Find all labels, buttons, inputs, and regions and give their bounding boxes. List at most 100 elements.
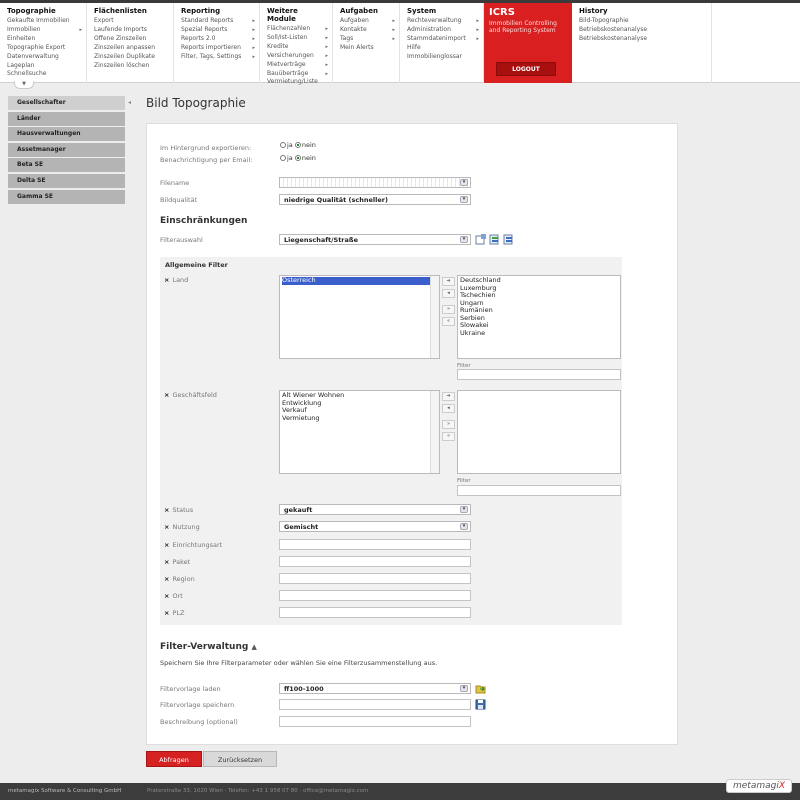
new-filter-icon[interactable] xyxy=(475,234,486,245)
menu-item[interactable]: Reports importieren ▸ xyxy=(181,44,255,53)
menu-item[interactable]: Betriebskostenanalyse xyxy=(579,35,705,44)
menu-item[interactable]: Export xyxy=(94,17,167,26)
sidebar-item[interactable]: Delta SE xyxy=(8,173,125,188)
remove-filter-icon[interactable]: × xyxy=(164,506,169,514)
menu-item[interactable]: Lageplan xyxy=(7,62,80,71)
menu-item[interactable]: Zinszeilen Duplikate xyxy=(94,53,167,62)
geschaeftsfeld-available-list[interactable] xyxy=(457,390,621,474)
hintergrund-ja-radio[interactable] xyxy=(280,142,286,148)
menu-item[interactable]: Topographie Export xyxy=(7,44,80,53)
email-ja-radio[interactable] xyxy=(280,155,286,161)
menu-item[interactable]: Rechteverwaltung ▸ xyxy=(407,17,479,26)
menu-item[interactable]: Stammdatenimport ▸ xyxy=(407,35,479,44)
menu-item[interactable]: Schnellsuche xyxy=(7,70,80,79)
edit-filter-icon[interactable] xyxy=(503,234,514,245)
remove-filter-icon[interactable]: × xyxy=(164,609,169,617)
remove-filter-icon[interactable]: × xyxy=(164,391,169,399)
copy-filter-icon[interactable] xyxy=(489,234,500,245)
move-left-button[interactable]: ◂ xyxy=(442,289,455,298)
menu-heading[interactable]: History xyxy=(579,7,705,15)
list-option[interactable]: Tschechien xyxy=(460,291,618,300)
menu-heading[interactable]: Weitere Module xyxy=(267,7,326,23)
move-all-right-button[interactable]: » xyxy=(442,305,455,314)
menu-item[interactable]: Administration ▸ xyxy=(407,26,479,35)
menu-item[interactable]: Betriebskostenanalyse xyxy=(579,26,705,35)
remove-filter-icon[interactable]: × xyxy=(164,592,169,600)
menu-item[interactable]: Mein Alerts xyxy=(340,44,393,53)
menu-heading[interactable]: System xyxy=(407,7,477,15)
sidebar-item[interactable]: Assetmanager xyxy=(8,142,125,157)
hintergrund-nein-radio[interactable] xyxy=(294,142,301,148)
menu-heading[interactable]: Reporting xyxy=(181,7,253,15)
remove-filter-icon[interactable]: × xyxy=(164,558,169,566)
menu-heading[interactable]: Flächenlisten xyxy=(94,7,167,15)
nutzung-select[interactable]: Gemischt ▾ xyxy=(279,521,471,532)
filtervorlage-laden-select[interactable]: ff100-1000 ▾ xyxy=(279,683,471,694)
geschaeftsfeld-filter-input[interactable] xyxy=(457,485,621,496)
menu-item[interactable]: Mietverträge ▸ xyxy=(267,61,328,70)
menu-item[interactable]: Spezial Reports ▸ xyxy=(181,26,255,35)
menu-item[interactable]: Tags ▸ xyxy=(340,35,395,44)
load-folder-icon[interactable] xyxy=(475,683,486,694)
remove-filter-icon[interactable]: × xyxy=(164,523,169,531)
menu-item[interactable]: Versicherungen ▸ xyxy=(267,52,328,61)
metamagix-logo[interactable]: metamagiX xyxy=(726,779,792,793)
menu-item[interactable]: Zinszeilen löschen xyxy=(94,62,167,71)
menu-heading[interactable]: Aufgaben xyxy=(340,7,393,15)
menu-item[interactable]: Gekaufte Immobilien xyxy=(7,17,80,26)
menu-item[interactable]: Bild-Topographie xyxy=(579,17,705,26)
move-left-button[interactable]: ◂ xyxy=(442,404,455,413)
remove-filter-icon[interactable]: × xyxy=(164,575,169,583)
menu-item[interactable]: Aufgaben ▸ xyxy=(340,17,395,26)
menu-item[interactable]: Flächenzahlen ▸ xyxy=(267,25,328,34)
menu-item[interactable]: Soll/Ist-Listen ▸ xyxy=(267,34,328,43)
sidebar-item[interactable]: Beta SE xyxy=(8,158,125,173)
move-all-left-button[interactable]: « xyxy=(442,432,455,441)
beschreibung-input[interactable] xyxy=(279,716,471,727)
move-right-button[interactable]: ➔ xyxy=(442,392,455,401)
email-nein-radio[interactable] xyxy=(294,155,301,161)
menu-item[interactable]: Standard Reports ▸ xyxy=(181,17,255,26)
paket-input[interactable] xyxy=(279,556,471,567)
menu-heading[interactable]: Topographie xyxy=(7,7,80,15)
menu-item[interactable]: Kontakte ▸ xyxy=(340,26,395,35)
menu-item[interactable]: Zinszeilen anpassen xyxy=(94,44,167,53)
menu-item[interactable]: Immobilienglossar xyxy=(407,53,477,62)
land-available-list[interactable]: Deutschland Luxemburg Tschechien Ungarn Rumä… xyxy=(457,275,621,359)
sidebar-item[interactable]: Gesellschafter xyxy=(8,96,125,110)
abfragen-button[interactable]: Abfragen xyxy=(146,751,202,767)
filterauswahl-select[interactable]: Liegenschaft/Straße ▾ xyxy=(279,234,471,245)
logout-button[interactable]: LOGOUT xyxy=(496,62,556,76)
reset-button[interactable]: Zurücksetzen xyxy=(203,751,277,767)
menu-item[interactable]: Immobilien ▸ xyxy=(7,26,82,35)
menu-item[interactable]: Bauüberträge ▸ xyxy=(267,70,328,79)
remove-filter-icon[interactable]: × xyxy=(164,541,169,549)
filtervorlage-speichern-input[interactable] xyxy=(279,699,471,710)
menu-item[interactable]: Einheiten xyxy=(7,35,80,44)
menu-item[interactable]: Vermietung/Liste xyxy=(267,78,326,87)
list-option[interactable]: Ukraine xyxy=(460,329,618,338)
scrollbar[interactable] xyxy=(430,276,439,358)
land-filter-input[interactable] xyxy=(457,369,621,380)
collapse-up-icon[interactable]: ▲ xyxy=(251,643,256,651)
ort-input[interactable] xyxy=(279,590,471,601)
sidebar-collapse-icon[interactable]: ◂ xyxy=(128,99,131,106)
menu-item[interactable]: Hilfe xyxy=(407,44,477,53)
land-selected-list[interactable]: Österreich xyxy=(279,275,440,359)
move-all-left-button[interactable]: « xyxy=(442,317,455,326)
plz-input[interactable] xyxy=(279,607,471,618)
sidebar-item[interactable]: Gamma SE xyxy=(8,189,125,204)
menu-item[interactable]: Laufende Imports xyxy=(94,26,167,35)
list-option[interactable]: Österreich xyxy=(282,276,437,285)
sidebar-item[interactable]: Länder xyxy=(8,111,125,126)
menu-item[interactable]: Filter, Tags, Settings ▸ xyxy=(181,53,255,62)
einrichtungsart-input[interactable] xyxy=(279,539,471,550)
scrollbar[interactable] xyxy=(430,391,439,473)
move-all-right-button[interactable]: » xyxy=(442,420,455,429)
menu-collapse-toggle[interactable]: ▼ xyxy=(14,81,34,89)
menu-item[interactable]: Reports 2.0 ▸ xyxy=(181,35,255,44)
menu-item[interactable]: Offene Zinszeilen xyxy=(94,35,167,44)
menu-item[interactable]: Datenverwaltung xyxy=(7,53,80,62)
move-right-button[interactable]: ➔ xyxy=(442,277,455,286)
geschaeftsfeld-selected-list[interactable]: Alt Wiener Wohnen Entwicklung Verkauf Vermi… xyxy=(279,390,440,474)
